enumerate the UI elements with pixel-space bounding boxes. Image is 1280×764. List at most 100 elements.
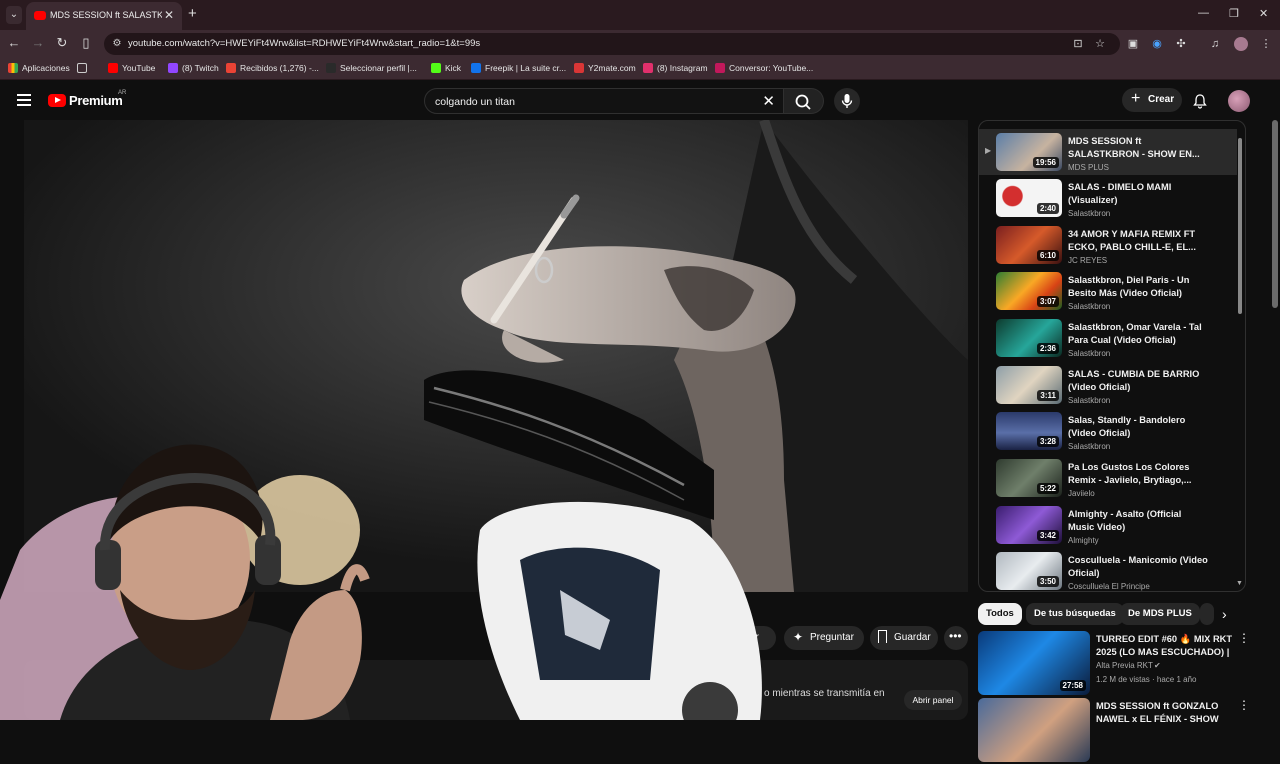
playlist-item-channel: JC REYES — [1068, 256, 1108, 265]
install-app-icon[interactable]: ⊡ — [1071, 37, 1085, 51]
playlist-item-title: Cosculluela - Manicomio (Video Oficial) — [1068, 555, 1208, 578]
recommended-video[interactable]: MDS SESSION ft GONZALO NAWEL x EL FÉNIX … — [978, 698, 1250, 764]
more-actions-button[interactable]: ••• — [944, 626, 968, 650]
browser-menu-icon[interactable]: ⋮ — [1259, 37, 1273, 51]
youtube-logo-icon[interactable] — [48, 94, 66, 107]
extensions-puzzle-icon[interactable]: ✣ — [1174, 37, 1188, 51]
playlist-item[interactable]: ▶ 19:56 MDS SESSION ft SALASTKBRON - SHO… — [979, 129, 1237, 175]
bookmark-item[interactable]: Freepik | La suite cr... — [471, 63, 566, 73]
browser-tab-active[interactable]: MDS SESSION ft SALASTKBRON ✕ — [26, 2, 182, 30]
chip-from-searches[interactable]: De tus búsquedas — [1026, 603, 1124, 625]
playlist-item-title: Salastkbron, Diel Paris - Un Besito Más … — [1068, 275, 1190, 298]
region-code: AR — [118, 90, 127, 96]
bookmark-item[interactable]: Y2mate.com — [574, 63, 636, 73]
video-thumbnail: 5:22 — [996, 459, 1062, 497]
clear-search-icon[interactable]: ✕ — [762, 92, 775, 110]
scroll-down-arrow-icon[interactable]: ▼ — [1236, 580, 1243, 587]
duration-badge: 27:58 — [1059, 680, 1086, 691]
open-panel-button[interactable]: Abrir panel — [904, 690, 962, 710]
playlist-item[interactable]: 2:36 Salastkbron, Omar Varela - Tal Para… — [979, 315, 1237, 361]
more-horizontal-icon: ••• — [949, 629, 962, 643]
instagram-icon — [643, 63, 653, 73]
save-button[interactable]: Guardar — [870, 626, 938, 650]
recommended-channel: Alta Previa RKT — [1096, 661, 1153, 670]
profile-avatar-icon[interactable] — [1234, 37, 1248, 51]
ask-button[interactable]: ✦ Preguntar — [784, 626, 864, 650]
address-bar[interactable]: ⚙ youtube.com/watch?v=HWEYiFt4Wrw&list=R… — [104, 33, 1120, 55]
playlist-scrollbar[interactable] — [1238, 138, 1242, 314]
playlist-item[interactable]: 3:28 Salas, Standly - Bandolero (Video O… — [979, 408, 1237, 454]
bookmark-item[interactable]: (8) Instagram — [643, 63, 708, 73]
hamburger-menu-icon[interactable] — [17, 94, 31, 109]
bookmark-item[interactable]: (8) Twitch — [168, 63, 219, 73]
bookmark-item[interactable]: Aplicaciones — [8, 63, 70, 73]
playlist-item[interactable]: 6:10 34 AMOR Y MAFIA REMIX FT ECKO, PABL… — [979, 222, 1237, 268]
chip-from-channel[interactable]: De MDS PLUS — [1120, 603, 1200, 625]
account-avatar[interactable] — [1228, 90, 1250, 112]
playlist-item[interactable]: 5:22 Pa Los Gustos Los Colores Remix - J… — [979, 455, 1237, 501]
kick-icon — [431, 63, 441, 73]
recommended-video[interactable]: 27:58 TURREO EDIT #60 🔥 MIX RKT 2025 (LO… — [978, 631, 1250, 697]
youtube-icon — [108, 63, 118, 73]
voice-search-button[interactable] — [834, 88, 860, 114]
chat-replay-text: o mientras se transmitía en — [764, 688, 885, 699]
bookmark-item[interactable]: Conversor: YouTube... — [715, 63, 813, 73]
playlist-item-title: SALAS - CUMBIA DE BARRIO (Video Oficial) — [1068, 369, 1200, 392]
playlist-item-channel: Salastkbron — [1068, 209, 1111, 218]
twitch-icon — [168, 63, 178, 73]
search-input[interactable]: colgando un titan ✕ — [424, 88, 784, 114]
search-query: colgando un titan — [435, 96, 515, 108]
playlist-item-channel: Javiielo — [1068, 489, 1095, 498]
playlist-item[interactable]: 3:07 Salastkbron, Diel Paris - Un Besito… — [979, 268, 1237, 314]
playlist-item[interactable]: 2:40 SALAS - DIMELO MAMI (Visualizer) Sa… — [979, 175, 1237, 221]
playlist-item-title: Almighty - Asalto (Official Music Video) — [1068, 509, 1182, 532]
close-window-icon[interactable]: ✕ — [1259, 7, 1268, 20]
video-thumbnail — [978, 698, 1090, 762]
bookmark-star-icon[interactable]: ☆ — [1093, 37, 1107, 51]
search-icon — [795, 94, 811, 110]
reload-icon[interactable]: ↻ — [54, 35, 70, 51]
extension-icon[interactable]: ▣ — [1126, 37, 1140, 51]
playlist-item[interactable]: 3:50 Cosculluela - Manicomio (Video Ofic… — [979, 548, 1237, 591]
freepik-icon — [471, 63, 481, 73]
tab-search-button[interactable]: ⌄ — [6, 6, 22, 24]
media-control-icon[interactable]: ♫ — [1208, 37, 1222, 51]
youtube-premium-logo[interactable]: Premium — [69, 93, 123, 108]
bookmark-grid-icon[interactable] — [77, 63, 91, 73]
verified-icon: ✔ — [1154, 661, 1161, 670]
plus-icon: + — [1131, 90, 1141, 107]
site-info-icon[interactable]: ⚙ — [110, 37, 124, 51]
video-thumbnail: 2:40 — [996, 179, 1062, 217]
restore-icon[interactable]: ❐ — [1229, 7, 1239, 20]
notifications-bell-icon[interactable] — [1192, 93, 1208, 109]
new-tab-button[interactable]: + — [188, 5, 197, 22]
vpn-extension-icon[interactable]: ◉ — [1150, 37, 1164, 51]
chip-overflow[interactable] — [1200, 603, 1214, 625]
back-icon[interactable]: ← — [6, 35, 22, 50]
bookmarks-bar: Aplicaciones YouTube (8) Twitch Recibido… — [0, 58, 1280, 80]
minimize-icon[interactable]: — — [1198, 7, 1209, 19]
video-thumbnail: 3:07 — [996, 272, 1062, 310]
page-scrollbar[interactable] — [1272, 120, 1278, 308]
bookmark-item[interactable]: Recibidos (1,276) -... — [226, 63, 319, 73]
forward-icon[interactable]: → — [30, 35, 46, 50]
video-thumbnail: 3:42 — [996, 506, 1062, 544]
playlist-item[interactable]: 3:42 Almighty - Asalto (Official Music V… — [979, 502, 1237, 548]
chevron-right-icon[interactable]: › — [1222, 606, 1227, 622]
more-vertical-icon[interactable]: ⋮ — [1238, 698, 1250, 712]
playlist-panel: ▶ 19:56 MDS SESSION ft SALASTKBRON - SHO… — [978, 120, 1246, 592]
more-vertical-icon[interactable]: ⋮ — [1238, 631, 1250, 645]
playlist-item-channel: MDS PLUS — [1068, 163, 1109, 172]
playlist-item[interactable]: 3:11 SALAS - CUMBIA DE BARRIO (Video Ofi… — [979, 362, 1237, 408]
bookmark-item[interactable]: Seleccionar perfil |... — [326, 63, 417, 73]
video-thumbnail: 3:28 — [996, 412, 1062, 450]
sidebar-icon[interactable]: ▯ — [78, 35, 94, 51]
bookmark-item[interactable]: Kick — [431, 63, 461, 73]
browser-toolbar: ← → ↻ ▯ ⚙ youtube.com/watch?v=HWEYiFt4Wr… — [0, 30, 1280, 58]
bookmark-item[interactable]: YouTube — [108, 63, 155, 73]
playlist-item-channel: Almighty — [1068, 536, 1099, 545]
search-button[interactable] — [784, 88, 824, 114]
chip-all[interactable]: Todos — [978, 603, 1022, 625]
tab-close-icon[interactable]: ✕ — [164, 8, 174, 22]
create-button[interactable]: + Crear — [1122, 88, 1182, 112]
